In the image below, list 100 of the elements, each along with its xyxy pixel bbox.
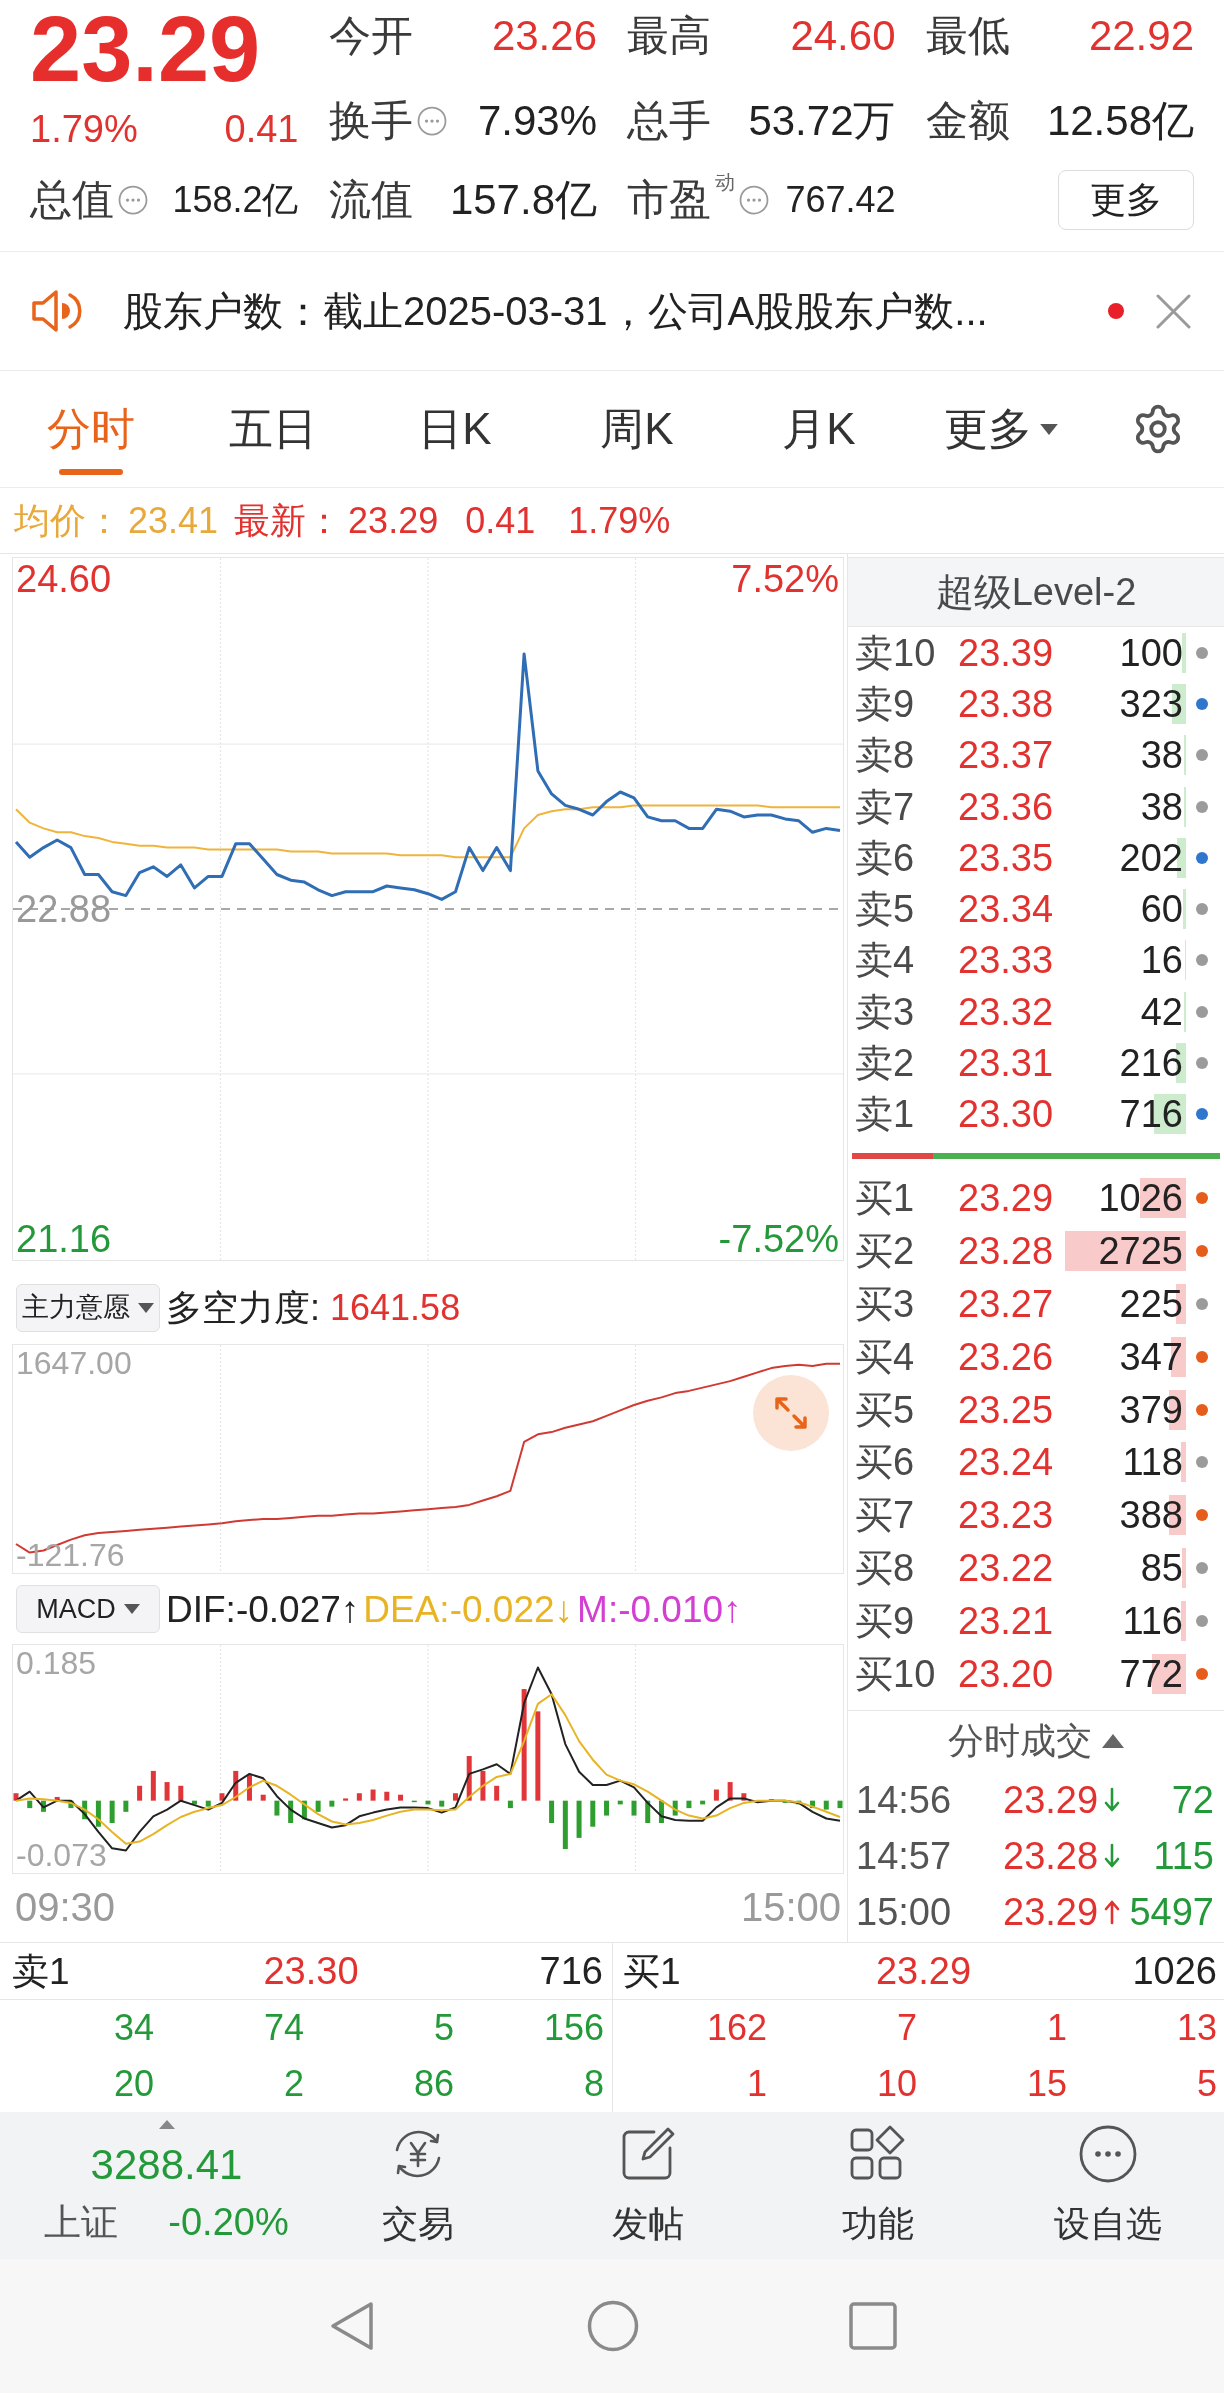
order-volume: 38 xyxy=(1140,735,1186,776)
average-price-label: 均价： xyxy=(14,502,122,539)
order-price: 23.28 xyxy=(958,1232,1055,1271)
order-price: 23.38 xyxy=(958,684,1055,723)
order-level: 买3 xyxy=(855,1285,916,1323)
stat-value: 23.26 xyxy=(491,15,597,57)
order-price: 23.26 xyxy=(958,1337,1055,1376)
order-size: 34 xyxy=(112,2010,154,2046)
order-level: 买7 xyxy=(855,1496,916,1535)
level1-price: 23.30 xyxy=(262,1952,360,1990)
time-label: 15:00 xyxy=(740,1887,841,1927)
order-volume: 379 xyxy=(1119,1389,1186,1430)
trade-price: 23.28 xyxy=(1003,1836,1100,1875)
order-price: 23.29 xyxy=(958,1179,1055,1218)
order-level: 卖10 xyxy=(855,633,937,672)
order-level: 买10 xyxy=(855,1654,937,1693)
order-level: 买1 xyxy=(855,1179,916,1218)
order-level: 卖8 xyxy=(855,736,916,775)
stat-value: 22.92 xyxy=(1088,15,1194,57)
change-amount: 0.41 xyxy=(465,502,536,539)
trade-price: 23.29 xyxy=(1003,1780,1100,1819)
stat-value: 7.93% xyxy=(477,100,597,142)
order-volume: 225 xyxy=(1119,1284,1186,1324)
index-value: 3288.41 xyxy=(90,2143,243,2187)
stat-label: 今开 xyxy=(328,15,413,57)
trade-time: 14:56 xyxy=(856,1780,953,1819)
m-value: M:-0.010↑ xyxy=(577,1590,742,1628)
order-level: 卖4 xyxy=(855,941,916,980)
trade-volume: 115 xyxy=(1152,1836,1214,1875)
order-volume: 323 xyxy=(1119,683,1186,724)
stat-label: 换手 xyxy=(328,100,413,142)
order-level: 卖9 xyxy=(855,684,916,723)
order-price: 23.25 xyxy=(958,1390,1055,1429)
order-volume: 1026 xyxy=(1098,1178,1186,1219)
change-amount: 0.41 xyxy=(224,110,299,148)
axis-label: 7.52% xyxy=(731,560,839,599)
order-size: 13 xyxy=(1175,2010,1217,2046)
order-volume: 216 xyxy=(1119,1043,1186,1083)
order-size: 162 xyxy=(705,2010,767,2046)
order-volume: 772 xyxy=(1119,1653,1186,1694)
order-price: 23.31 xyxy=(958,1044,1055,1082)
order-volume: 2725 xyxy=(1065,1231,1186,1272)
order-book-title: 超级Level-2 xyxy=(848,557,1224,627)
axis-label: 0.185 xyxy=(16,1647,97,1679)
order-level: 买6 xyxy=(855,1443,916,1482)
order-level: 卖3 xyxy=(855,992,916,1031)
stat-label: 流值 xyxy=(328,179,413,221)
superscript-label: 动 xyxy=(715,172,735,192)
order-volume: 116 xyxy=(1122,1600,1186,1641)
order-size: 1 xyxy=(1045,2010,1067,2046)
last-price: 23.29 xyxy=(30,3,261,95)
order-price: 23.27 xyxy=(958,1285,1055,1323)
axis-label: 1647.00 xyxy=(16,1347,132,1379)
order-price: 23.23 xyxy=(958,1496,1055,1535)
order-level: 买5 xyxy=(855,1390,916,1429)
stat-label: 总手 xyxy=(627,100,711,142)
order-price: 23.21 xyxy=(958,1601,1055,1640)
order-size: 1 xyxy=(745,2066,767,2102)
stat-label: 市盈 xyxy=(627,179,711,221)
change-percent: 1.79% xyxy=(568,502,671,539)
order-volume: 388 xyxy=(1119,1495,1186,1536)
order-price: 23.24 xyxy=(958,1443,1055,1482)
order-size: 8 xyxy=(582,2066,604,2102)
order-size: 156 xyxy=(542,2010,604,2046)
order-size: 74 xyxy=(262,2010,304,2046)
stat-label: 金额 xyxy=(925,100,1010,142)
order-level: 买4 xyxy=(855,1337,916,1376)
order-price: 23.30 xyxy=(958,1095,1055,1134)
trade-price: 23.29 xyxy=(1003,1892,1100,1931)
strength-value: 1641.58 xyxy=(330,1289,461,1326)
stat-value: 53.72万 xyxy=(748,100,896,142)
trade-volume: 72 xyxy=(1170,1780,1214,1819)
order-size: 20 xyxy=(112,2066,154,2102)
stat-value: 158.2亿 xyxy=(172,182,299,218)
order-volume: 100 xyxy=(1119,632,1186,673)
order-volume: 38 xyxy=(1140,786,1186,827)
time-label: 09:30 xyxy=(15,1887,116,1927)
average-price: 23.41 xyxy=(128,502,219,539)
order-level: 买8 xyxy=(855,1548,916,1587)
order-level: 卖5 xyxy=(855,890,916,929)
level1-volume: 1026 xyxy=(1131,1952,1218,1990)
trade-time: 14:57 xyxy=(856,1836,953,1875)
order-size: 5 xyxy=(432,2010,454,2046)
order-price: 23.35 xyxy=(958,838,1055,877)
order-level: 买9 xyxy=(855,1601,916,1640)
order-price: 23.22 xyxy=(958,1548,1055,1587)
order-price: 23.37 xyxy=(958,736,1055,775)
order-volume: 347 xyxy=(1119,1336,1186,1377)
change-percent: 1.79% xyxy=(30,110,138,148)
strength-label: 多空力度: xyxy=(166,1289,320,1326)
order-volume: 16 xyxy=(1140,940,1186,981)
latest-price-label: 最新： xyxy=(234,502,343,539)
stat-value: 24.60 xyxy=(790,15,896,57)
level1-price: 23.29 xyxy=(874,1952,973,1990)
level1-label: 卖1 xyxy=(11,1952,71,1990)
order-volume: 716 xyxy=(1119,1094,1186,1135)
axis-label: -0.073 xyxy=(16,1839,107,1871)
axis-label: -121.76 xyxy=(16,1539,125,1571)
order-size: 5 xyxy=(1195,2066,1217,2102)
order-size: 86 xyxy=(412,2066,454,2102)
